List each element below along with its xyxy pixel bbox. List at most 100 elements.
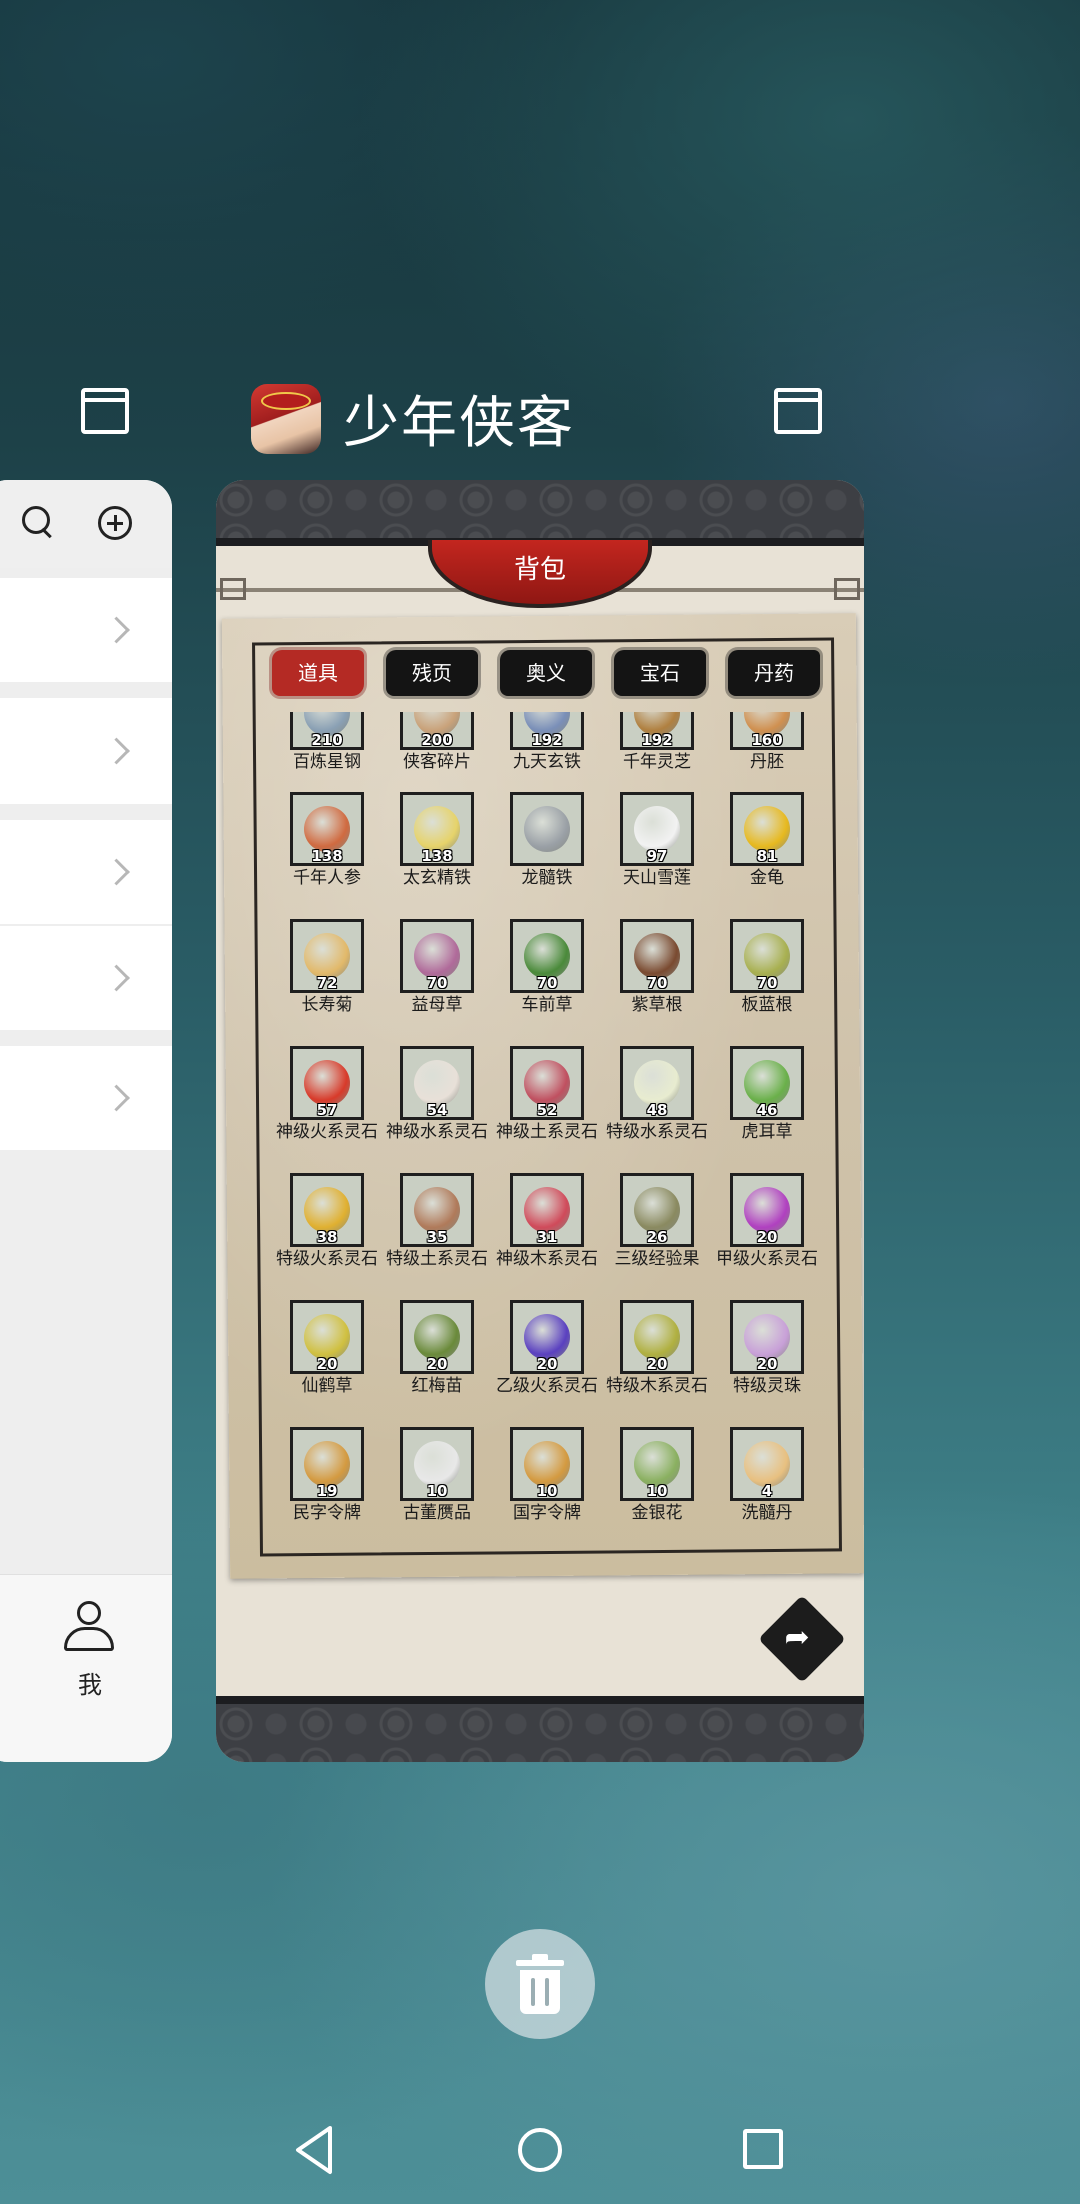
recent-card-left[interactable]: 我 [0,480,172,1762]
item-icon: 19 [290,1427,364,1501]
item-glyph-icon [524,1314,570,1360]
item-icon: 72 [290,919,364,993]
inventory-item[interactable]: 20 乙级火系灵石 [492,1300,602,1396]
corner-decoration [220,578,246,600]
inventory-item[interactable]: 19 民字令牌 [272,1427,382,1523]
chevron-right-icon [103,616,130,644]
nav-back-icon[interactable] [292,2124,336,2176]
pattern-band-top [216,480,864,538]
inventory-item[interactable]: 200 侠客碎片 [382,712,492,772]
tab-secrets[interactable]: 奥义 [500,650,592,696]
item-name: 国字令牌 [513,1503,581,1523]
tab-pills[interactable]: 丹药 [728,650,820,696]
person-icon[interactable] [62,1601,118,1653]
item-name: 神级火系灵石 [276,1122,378,1142]
item-name: 乙级火系灵石 [496,1376,598,1396]
inventory-item[interactable]: 20 特级灵珠 [712,1300,822,1396]
item-count: 20 [426,1355,448,1373]
list-item[interactable] [0,698,172,804]
inventory-item[interactable]: 54 神级水系灵石 [382,1046,492,1142]
item-name: 古董赝品 [403,1503,471,1523]
share-arrow-icon: ➦ [784,1620,810,1656]
inventory-item[interactable]: 81 金龟 [712,792,822,888]
inventory-item[interactable]: 35 特级土系灵石 [382,1173,492,1269]
inventory-item[interactable]: 龙髓铁 [492,792,602,888]
clear-all-button[interactable] [485,1929,595,2039]
inventory-item[interactable]: 192 九天玄铁 [492,712,602,772]
item-count: 52 [536,1101,558,1119]
add-circle-icon[interactable] [98,506,132,540]
list-item[interactable] [0,926,172,1030]
item-icon: 20 [290,1300,364,1374]
item-count: 48 [646,1101,668,1119]
inventory-item[interactable]: 70 紫草根 [602,919,712,1015]
item-count: 200 [421,731,453,749]
app-title-group[interactable]: 少年侠客 [251,378,575,459]
inventory-item[interactable]: 192 千年灵芝 [602,712,712,772]
list-item[interactable] [0,578,172,682]
inventory-item[interactable]: 46 虎耳草 [712,1046,822,1142]
item-count: 192 [641,731,673,749]
recent-card-game[interactable]: 背包 道具 残页 奥义 宝石 丹药 210 百炼星钢 200 侠客碎片 192 九天玄铁 1… [216,480,864,1762]
bag-banner: 背包 [428,540,652,608]
item-glyph-icon [634,1441,680,1487]
inventory-item[interactable]: 20 仙鹤草 [272,1300,382,1396]
app-title: 少年侠客 [343,391,575,456]
inventory-item[interactable]: 10 金银花 [602,1427,712,1523]
item-glyph-icon [414,1314,460,1360]
inventory-item[interactable]: 138 千年人参 [272,792,382,888]
item-glyph-icon [634,806,680,852]
inventory-item[interactable]: 20 甲级火系灵石 [712,1173,822,1269]
tab-gems[interactable]: 宝石 [614,650,706,696]
inventory-item[interactable]: 70 益母草 [382,919,492,1015]
item-icon: 38 [290,1173,364,1247]
item-count: 4 [761,1482,773,1500]
share-button[interactable]: ➦ [758,1595,846,1683]
list-item[interactable] [0,1046,172,1150]
inventory-item[interactable]: 57 神级火系灵石 [272,1046,382,1142]
inventory-item[interactable]: 4 洗髓丹 [712,1427,822,1523]
inventory-item[interactable]: 10 古董赝品 [382,1427,492,1523]
search-icon[interactable] [22,506,56,540]
inventory-item[interactable]: 160 丹胚 [712,712,822,772]
item-count: 70 [646,974,668,992]
list-item[interactable] [0,820,172,924]
inventory-item[interactable]: 26 三级经验果 [602,1173,712,1269]
inventory-item[interactable]: 48 特级水系灵石 [602,1046,712,1142]
item-glyph-icon [304,806,350,852]
item-icon: 20 [400,1300,474,1374]
item-count: 31 [536,1228,558,1246]
me-tab-label[interactable]: 我 [0,1665,172,1700]
band-edge-bottom [216,1696,864,1704]
inventory-item[interactable]: 52 神级土系灵石 [492,1046,602,1142]
inventory-item[interactable]: 20 红梅苗 [382,1300,492,1396]
inventory-item[interactable]: 10 国字令牌 [492,1427,602,1523]
inventory-item[interactable]: 31 神级木系灵石 [492,1173,602,1269]
inventory-item[interactable]: 97 天山雪莲 [602,792,712,888]
item-name: 百炼星钢 [293,752,361,772]
item-glyph-icon [414,1441,460,1487]
item-name: 益母草 [411,995,463,1015]
left-card-window-icon[interactable] [81,388,129,434]
item-icon: 210 [290,712,364,750]
item-name: 虎耳草 [741,1122,793,1142]
item-name: 红梅苗 [411,1376,463,1396]
nav-home-icon[interactable] [518,2128,562,2172]
item-count: 160 [751,731,783,749]
inventory-item[interactable]: 38 特级火系灵石 [272,1173,382,1269]
item-name: 洗髓丹 [741,1503,793,1523]
tab-items[interactable]: 道具 [272,650,364,696]
inventory-item[interactable]: 20 特级木系灵石 [602,1300,712,1396]
inventory-item[interactable]: 70 车前草 [492,919,602,1015]
item-glyph-icon [744,1441,790,1487]
inventory-item[interactable]: 138 太玄精铁 [382,792,492,888]
tab-fragments[interactable]: 残页 [386,650,478,696]
inventory-item[interactable]: 210 百炼星钢 [272,712,382,772]
inventory-item[interactable]: 70 板蓝根 [712,919,822,1015]
item-icon: 97 [620,792,694,866]
game-card-window-icon[interactable] [774,388,822,434]
chevron-right-icon [103,964,130,992]
recent-card-right-edge[interactable] [1070,480,1080,1762]
inventory-item[interactable]: 72 长寿菊 [272,919,382,1015]
nav-recent-icon[interactable] [743,2129,783,2169]
